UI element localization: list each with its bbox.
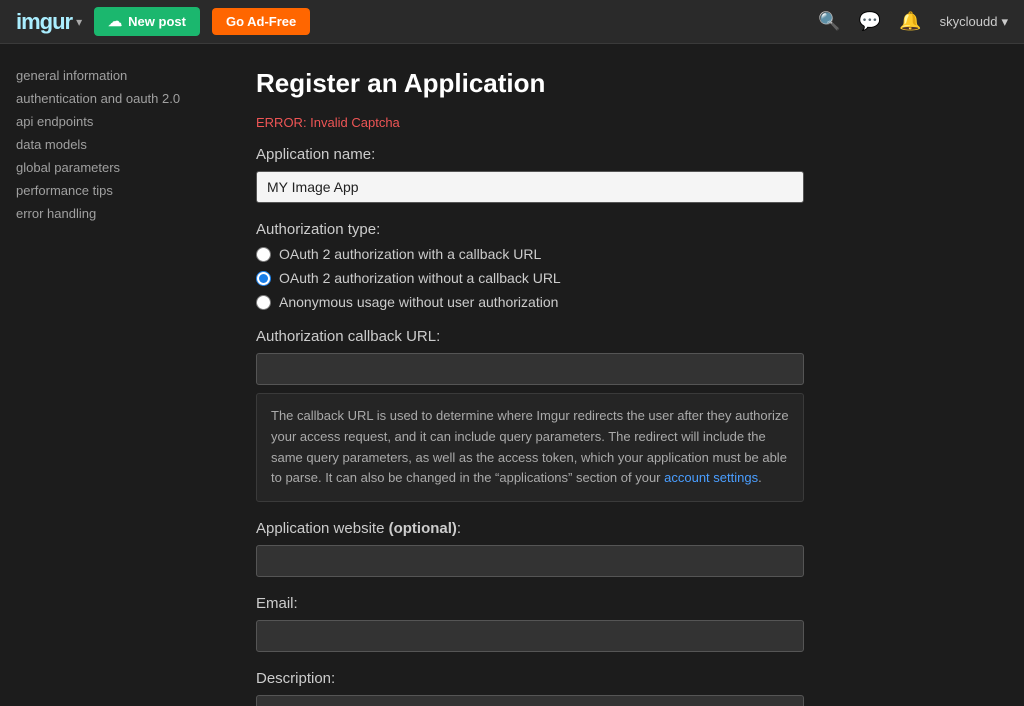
- callback-url-label: Authorization callback URL:: [256, 328, 988, 345]
- new-post-button[interactable]: ☁ New post: [94, 7, 200, 36]
- logo-container[interactable]: imgur ▾: [16, 9, 82, 35]
- error-message: ERROR: Invalid Captcha: [256, 115, 988, 130]
- app-name-label: Application name:: [256, 146, 988, 163]
- description-group: Description:: [256, 670, 988, 706]
- email-label: Email:: [256, 595, 988, 612]
- radio-anonymous-label: Anonymous usage without user authorizati…: [279, 294, 558, 310]
- sidebar-item-performance-tips[interactable]: performance tips: [16, 179, 204, 202]
- header: imgur ▾ ☁ New post Go Ad-Free 🔍 💬 🔔 skyc…: [0, 0, 1024, 44]
- app-website-input[interactable]: [256, 545, 804, 577]
- auth-type-label: Authorization type:: [256, 221, 988, 238]
- radio-oauth-callback-input[interactable]: [256, 247, 271, 262]
- header-icons: 🔍 💬 🔔 skycloudd ▾: [818, 11, 1008, 32]
- app-website-label: Application website (optional):: [256, 520, 988, 537]
- sidebar-item-error-handling[interactable]: error handling: [16, 202, 204, 225]
- sidebar: general information authentication and o…: [0, 44, 220, 706]
- radio-oauth-no-callback-label: OAuth 2 authorization without a callback…: [279, 270, 561, 286]
- callback-info: The callback URL is used to determine wh…: [256, 393, 804, 502]
- callback-url-input[interactable]: [256, 353, 804, 385]
- radio-anonymous-input[interactable]: [256, 295, 271, 310]
- radio-anonymous[interactable]: Anonymous usage without user authorizati…: [256, 294, 988, 310]
- username: skycloudd: [940, 14, 998, 29]
- layout: general information authentication and o…: [0, 44, 1024, 706]
- sidebar-item-data-models[interactable]: data models: [16, 133, 204, 156]
- user-caret-icon: ▾: [1001, 14, 1008, 30]
- sidebar-item-api-endpoints[interactable]: api endpoints: [16, 110, 204, 133]
- page-title: Register an Application: [256, 68, 988, 99]
- auth-type-group: Authorization type: OAuth 2 authorizatio…: [256, 221, 988, 310]
- description-textarea[interactable]: [256, 695, 804, 706]
- new-post-label: New post: [128, 14, 186, 29]
- chat-icon[interactable]: 💬: [859, 11, 881, 32]
- sidebar-item-authentication[interactable]: authentication and oauth 2.0: [16, 87, 204, 110]
- main-content: Register an Application ERROR: Invalid C…: [220, 44, 1024, 706]
- search-icon[interactable]: 🔍: [818, 11, 840, 32]
- logo-caret-icon: ▾: [76, 15, 82, 29]
- callback-info-text2: .: [758, 470, 762, 485]
- auth-type-radio-group: OAuth 2 authorization with a callback UR…: [256, 246, 988, 310]
- user-menu[interactable]: skycloudd ▾: [940, 14, 1008, 30]
- go-adfree-button[interactable]: Go Ad-Free: [212, 8, 310, 35]
- notifications-icon[interactable]: 🔔: [899, 11, 921, 32]
- radio-oauth-no-callback-input[interactable]: [256, 271, 271, 286]
- sidebar-item-global-parameters[interactable]: global parameters: [16, 156, 204, 179]
- account-settings-link[interactable]: account settings: [664, 470, 758, 485]
- logo-text: imgur: [16, 9, 72, 35]
- email-input[interactable]: [256, 620, 804, 652]
- app-name-group: Application name:: [256, 146, 988, 203]
- radio-oauth-callback[interactable]: OAuth 2 authorization with a callback UR…: [256, 246, 988, 262]
- cloud-upload-icon: ☁: [108, 13, 122, 30]
- app-website-group: Application website (optional):: [256, 520, 988, 577]
- description-label: Description:: [256, 670, 988, 687]
- email-group: Email:: [256, 595, 988, 652]
- go-adfree-label: Go Ad-Free: [226, 14, 296, 29]
- radio-oauth-callback-label: OAuth 2 authorization with a callback UR…: [279, 246, 541, 262]
- radio-oauth-no-callback[interactable]: OAuth 2 authorization without a callback…: [256, 270, 988, 286]
- app-name-input[interactable]: [256, 171, 804, 203]
- callback-url-group: Authorization callback URL: The callback…: [256, 328, 988, 502]
- sidebar-item-general-information[interactable]: general information: [16, 64, 204, 87]
